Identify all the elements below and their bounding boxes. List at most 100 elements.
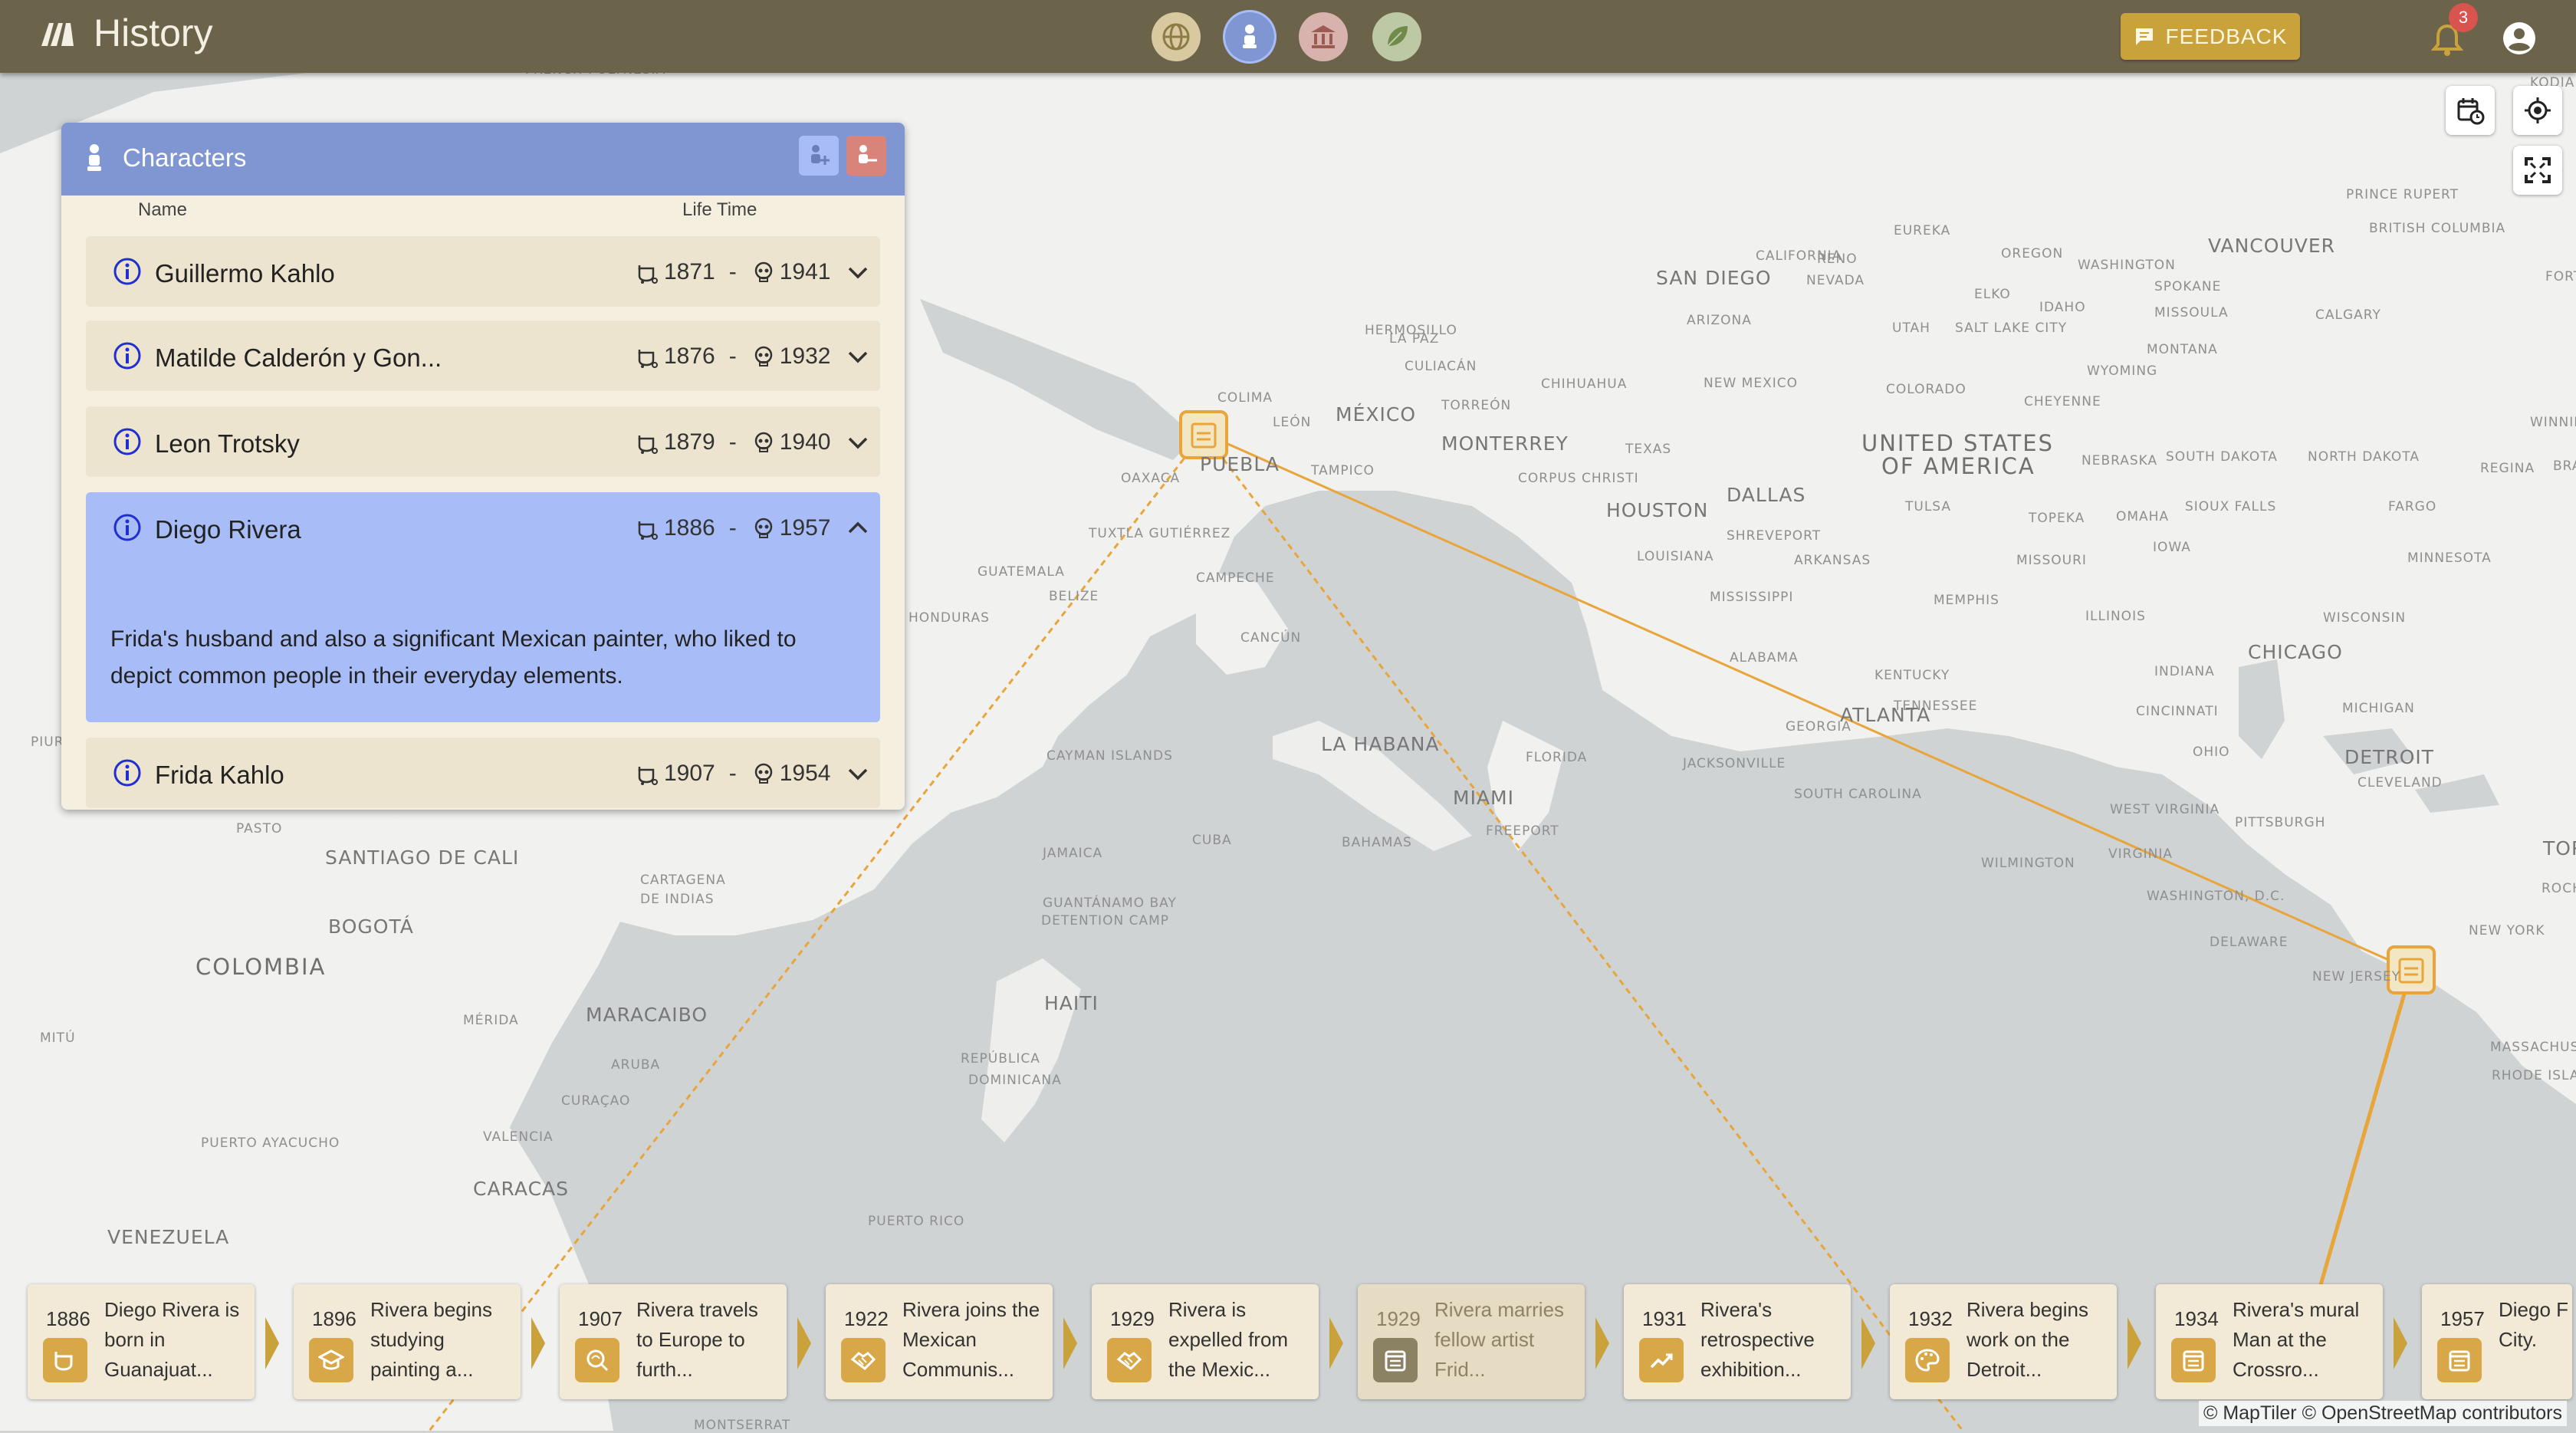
timeline-event[interactable]: 1929 Rivera is expelled from the Mexic... — [1092, 1284, 1319, 1399]
map-marker-puebla[interactable] — [1179, 410, 1228, 459]
map-label: SAN DIEGO — [1656, 267, 1772, 289]
map-label: TAMPICO — [1311, 463, 1375, 478]
map-label: BAHAMAS — [1342, 835, 1412, 850]
map-label: ATLANTA — [1840, 704, 1931, 726]
timeline-event[interactable]: 1886 Diego Rivera is born in Guanajuat... — [28, 1284, 255, 1399]
timeline-event[interactable]: 1896 Rivera begins studying painting a... — [294, 1284, 521, 1399]
add-character-button[interactable] — [799, 136, 839, 176]
chevron-down-icon[interactable] — [845, 761, 871, 787]
map-label: CUBA — [1192, 833, 1232, 848]
cradle-icon — [638, 521, 658, 540]
timeline-event[interactable]: 1922 Rivera joins the Mexican Communis... — [826, 1284, 1053, 1399]
map-label: MEMPHIS — [1934, 593, 1999, 608]
event-text: Diego F dies in City. — [2499, 1298, 2572, 1351]
timeline-arrow-icon — [2128, 1317, 2141, 1369]
info-icon[interactable] — [112, 512, 143, 543]
map-label: MISSISSIPPI — [1710, 590, 1794, 605]
chevron-up-icon[interactable] — [845, 515, 871, 541]
map-label: DELAWARE — [2210, 935, 2288, 950]
character-name: Diego Rivera — [155, 515, 301, 544]
death-year: 1941 — [779, 259, 831, 284]
map-label: HONDURAS — [909, 610, 990, 626]
skull-icon — [754, 432, 772, 452]
map-label: SOUTH DAKOTA — [2166, 449, 2278, 465]
mode-nature-button[interactable] — [1372, 12, 1421, 61]
calendar-filter-button[interactable] — [2446, 86, 2495, 135]
chevron-down-icon[interactable] — [845, 259, 871, 285]
map-label: CURAÇAO — [561, 1093, 631, 1109]
fullscreen-button[interactable] — [2513, 146, 2562, 195]
school-icon — [309, 1338, 353, 1382]
chevron-down-icon[interactable] — [845, 343, 871, 370]
map-label: TORONTO — [2543, 837, 2576, 859]
map-label: CULIACÁN — [1405, 359, 1477, 374]
map-label: MÉRIDA — [463, 1013, 519, 1028]
event-text: Rivera marries fellow artist Frid... — [1434, 1298, 1565, 1381]
map-label: HAITI — [1044, 992, 1099, 1014]
event-text: Rivera's retrospective exhibition... — [1700, 1298, 1815, 1381]
map-label: PUEBLA — [1200, 453, 1280, 475]
death-year: 1932 — [779, 343, 831, 369]
birth-year: 1879 — [664, 429, 715, 455]
info-icon[interactable] — [112, 426, 143, 457]
mode-museum-button[interactable] — [1299, 12, 1348, 61]
map-label: MONTANA — [2147, 342, 2218, 357]
character-lifetime: 1871-1941 — [636, 259, 831, 285]
map-label: RHODE ISLAND — [2492, 1068, 2576, 1083]
timeline-event[interactable]: 1957 Diego F dies in City. — [2422, 1284, 2572, 1399]
remove-character-button[interactable] — [846, 136, 886, 176]
map-label: NEW YORK — [2469, 923, 2545, 938]
map-label: FLORIDA — [1526, 750, 1588, 765]
feedback-button[interactable]: FEEDBACK — [2121, 13, 2300, 60]
death-year: 1954 — [779, 761, 831, 786]
crosshair-icon — [2525, 97, 2551, 123]
person-icon — [87, 144, 101, 171]
timeline-event[interactable]: 1932 Rivera begins work on the Detroit... — [1890, 1284, 2117, 1399]
info-icon[interactable] — [112, 340, 143, 371]
fullscreen-icon — [2525, 157, 2551, 183]
map-label: MISSOULA — [2154, 305, 2229, 320]
column-header-lifetime: Life Time — [682, 199, 757, 220]
character-row[interactable]: Leon Trotsky 1879-1940 — [86, 406, 880, 477]
event-year: 1907 — [578, 1307, 623, 1330]
birth-year: 1876 — [664, 343, 715, 369]
map-label: COLOMBIA — [196, 954, 327, 980]
map-label: ALABAMA — [1730, 650, 1799, 666]
map-label: BRANDON — [2553, 458, 2576, 474]
map-label: MASSACHUSETTS — [2490, 1040, 2576, 1055]
skull-icon — [754, 346, 772, 366]
map-label: VENEZUELA — [107, 1226, 230, 1248]
map-label: TORREÓN — [1441, 398, 1512, 413]
timeline-event[interactable]: 1934 Rivera's mural Man at the Crossro... — [2156, 1284, 2383, 1399]
map-label: CARACAS — [473, 1178, 570, 1200]
map-label: MIAMI — [1453, 787, 1514, 809]
event-text: Rivera's mural Man at the Crossro... — [2233, 1298, 2360, 1381]
map-label: PASTO — [236, 821, 283, 836]
timeline-event[interactable]: 1931 Rivera's retrospective exhibition... — [1624, 1284, 1851, 1399]
map-label: JAMAICA — [1043, 846, 1103, 861]
map-label: PRINCE RUPERT — [2346, 187, 2459, 202]
chevron-down-icon[interactable] — [845, 429, 871, 455]
map-label: CHIHUAHUA — [1541, 376, 1628, 392]
timeline-event[interactable]: 1929 Rivera marries fellow artist Frid... — [1358, 1284, 1585, 1399]
account-icon[interactable] — [2501, 20, 2538, 57]
map-label: VIRGINIA — [2108, 846, 2174, 862]
map-label: COLORADO — [1886, 382, 1967, 397]
locate-button[interactable] — [2513, 86, 2562, 135]
character-row[interactable]: Guillermo Kahlo 1871-1941 — [86, 236, 880, 307]
map-label: CHICAGO — [2248, 641, 2343, 663]
character-row[interactable]: Matilde Calderón y Gon... 1876-1932 — [86, 320, 880, 391]
info-icon[interactable] — [112, 758, 143, 788]
map-label: SPOKANE — [2154, 279, 2222, 294]
event-icon — [2171, 1338, 2216, 1382]
mode-characters-button[interactable] — [1225, 12, 1274, 61]
character-row[interactable]: Diego Rivera 1886-1957 Frida's husband and… — [86, 492, 880, 722]
timeline-event[interactable]: 1907 Rivera travels to Europe to furth... — [560, 1284, 787, 1399]
timeline-arrow-icon — [531, 1317, 545, 1369]
map-label: JACKSONVILLE — [1683, 756, 1786, 771]
map-label: WEST VIRGINIA — [2110, 802, 2220, 817]
info-icon[interactable] — [112, 256, 143, 287]
mode-world-button[interactable] — [1152, 12, 1201, 61]
app-logo-icon — [41, 23, 74, 46]
character-row[interactable]: Frida Kahlo 1907-1954 — [86, 738, 880, 808]
